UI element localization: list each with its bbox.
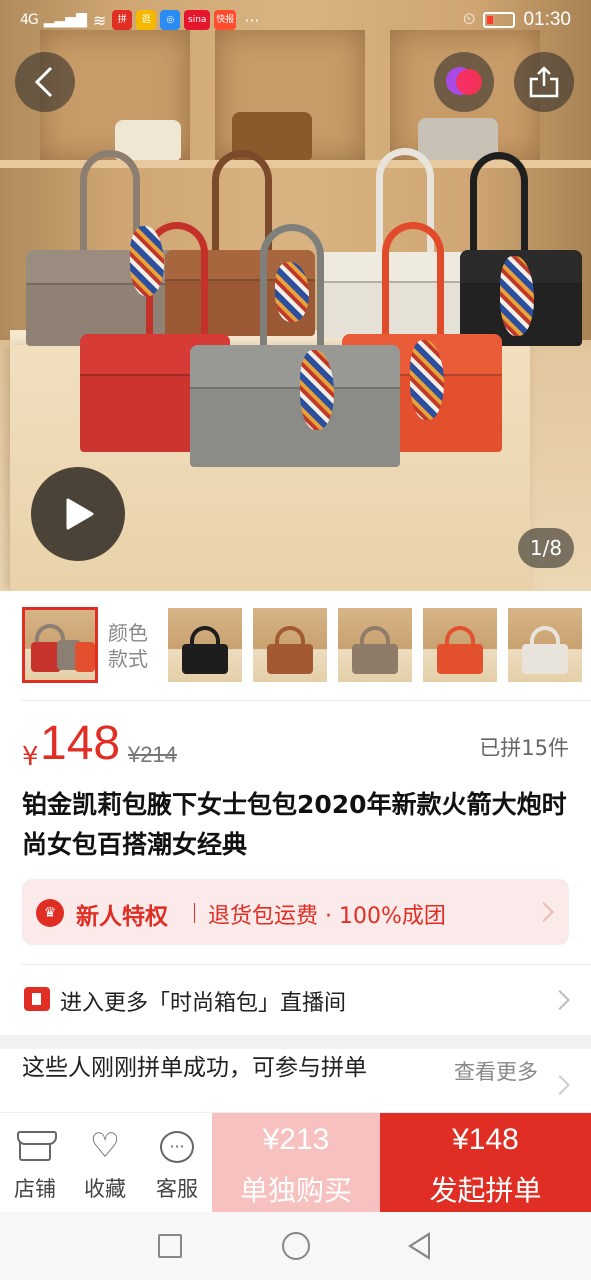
solo-price: ¥213 — [262, 1123, 330, 1156]
product-image-carousel[interactable]: 4G ▂▃▅▇ ≋ 拼 逛 ◎ sina 快报 ··· ⏲ 01:30 1/8 — [0, 0, 591, 591]
price-row: ¥ 148 ¥214 已拼15件 — [22, 712, 569, 782]
heart-icon: ♡ — [89, 1126, 121, 1166]
solo-label: 单独购买 — [239, 1174, 352, 1207]
chat-bubble-icon — [160, 1131, 194, 1163]
section-gap — [0, 1035, 591, 1049]
app-notification-icon: 拼 — [112, 10, 133, 30]
bag-grey — [190, 345, 400, 467]
recent-apps-icon[interactable] — [158, 1234, 182, 1258]
back-button[interactable] — [15, 52, 75, 112]
color-thumbnail[interactable] — [338, 608, 412, 682]
bottom-action-bar: 店铺 ♡ 收藏 客服 ¥213 单独购买 ¥148 发起拼单 — [0, 1112, 591, 1213]
promo-separator — [194, 903, 195, 923]
favorite-button[interactable]: ♡ 收藏 — [70, 1113, 140, 1213]
bag-handle — [382, 222, 444, 342]
currency-symbol: ¥ — [22, 742, 39, 772]
system-back-icon[interactable] — [408, 1232, 430, 1260]
chevron-right-icon — [550, 1075, 570, 1095]
app-notification-icon: ◎ — [160, 10, 181, 30]
clock: 01:30 — [523, 9, 571, 30]
color-thumbnail-strip: 颜色款式 — [0, 604, 591, 688]
group-buy-label: 发起拼单 — [429, 1174, 542, 1207]
signal-bars-icon: ▂▃▅▇ — [43, 12, 87, 28]
live-room-text: 进入更多「时尚箱包」直播间 — [60, 991, 347, 1016]
chevron-right-icon — [550, 990, 570, 1010]
store-label: 店铺 — [14, 1177, 56, 1201]
play-video-button[interactable] — [31, 467, 125, 561]
live-room-link[interactable]: 进入更多「时尚箱包」直播间 — [0, 965, 591, 1035]
live-tv-icon — [24, 987, 50, 1011]
color-thumbnail[interactable] — [22, 607, 98, 683]
group-buy-price: ¥148 — [452, 1123, 519, 1156]
app-notification-icon: 快报 — [214, 10, 237, 30]
store-button[interactable]: 店铺 — [0, 1113, 70, 1213]
favorite-label: 收藏 — [84, 1177, 126, 1201]
home-icon[interactable] — [282, 1232, 310, 1260]
signal-indicator: 4G — [20, 12, 39, 28]
color-thumbnail[interactable] — [168, 608, 242, 682]
color-style-label: 颜色款式 — [108, 621, 148, 671]
chevron-right-icon — [534, 902, 554, 922]
more-notifications-icon: ··· — [244, 10, 260, 30]
start-group-buy-button[interactable]: ¥148 发起拼单 — [380, 1113, 591, 1213]
play-icon — [66, 498, 94, 530]
new-user-privilege-banner[interactable]: ♛ 新人特权 退货包运费 · 100%成团 — [22, 879, 569, 945]
service-label: 客服 — [156, 1177, 198, 1201]
back-arrow-icon — [34, 66, 53, 98]
buy-alone-button[interactable]: ¥213 单独购买 — [212, 1113, 380, 1213]
app-notification-icon: sina — [184, 10, 211, 30]
promo-text: 退货包运费 · 100%成团 — [208, 904, 446, 929]
color-thumbnail[interactable] — [508, 608, 582, 682]
share-icon — [529, 66, 559, 98]
product-title: 铂金凯莉包腋下女士包包2020年新款火箭大炮时尚女包百搭潮女经典 — [22, 790, 567, 859]
battery-icon — [483, 12, 516, 28]
share-button[interactable] — [514, 52, 574, 112]
see-more-link[interactable]: 查看更多 — [454, 1056, 538, 1086]
image-counter: 1/8 — [518, 528, 574, 568]
divider — [22, 700, 591, 701]
system-navigation-bar — [0, 1212, 591, 1280]
crown-icon: ♛ — [36, 899, 64, 927]
bag-handle — [470, 152, 528, 262]
color-thumbnail[interactable] — [253, 608, 327, 682]
app-notification-icon: 逛 — [136, 10, 157, 30]
customer-service-button[interactable]: 客服 — [142, 1113, 212, 1213]
store-icon — [17, 1131, 57, 1161]
wifi-icon: ≋ — [92, 10, 107, 30]
alarm-icon: ⏲ — [462, 11, 476, 28]
original-price: ¥214 — [128, 742, 177, 767]
brand-logo-icon — [446, 67, 482, 97]
group-buy-heading: 这些人刚刚拼单成功，可参与拼单 — [22, 1055, 367, 1081]
brand-button[interactable] — [434, 52, 494, 112]
promo-title: 新人特权 — [76, 904, 168, 930]
sold-count: 已拼15件 — [479, 736, 569, 760]
color-thumbnail[interactable] — [423, 608, 497, 682]
status-bar: 4G ▂▃▅▇ ≋ 拼 逛 ◎ sina 快报 ··· ⏲ 01:30 — [0, 0, 591, 40]
group-price: 148 — [40, 717, 121, 770]
